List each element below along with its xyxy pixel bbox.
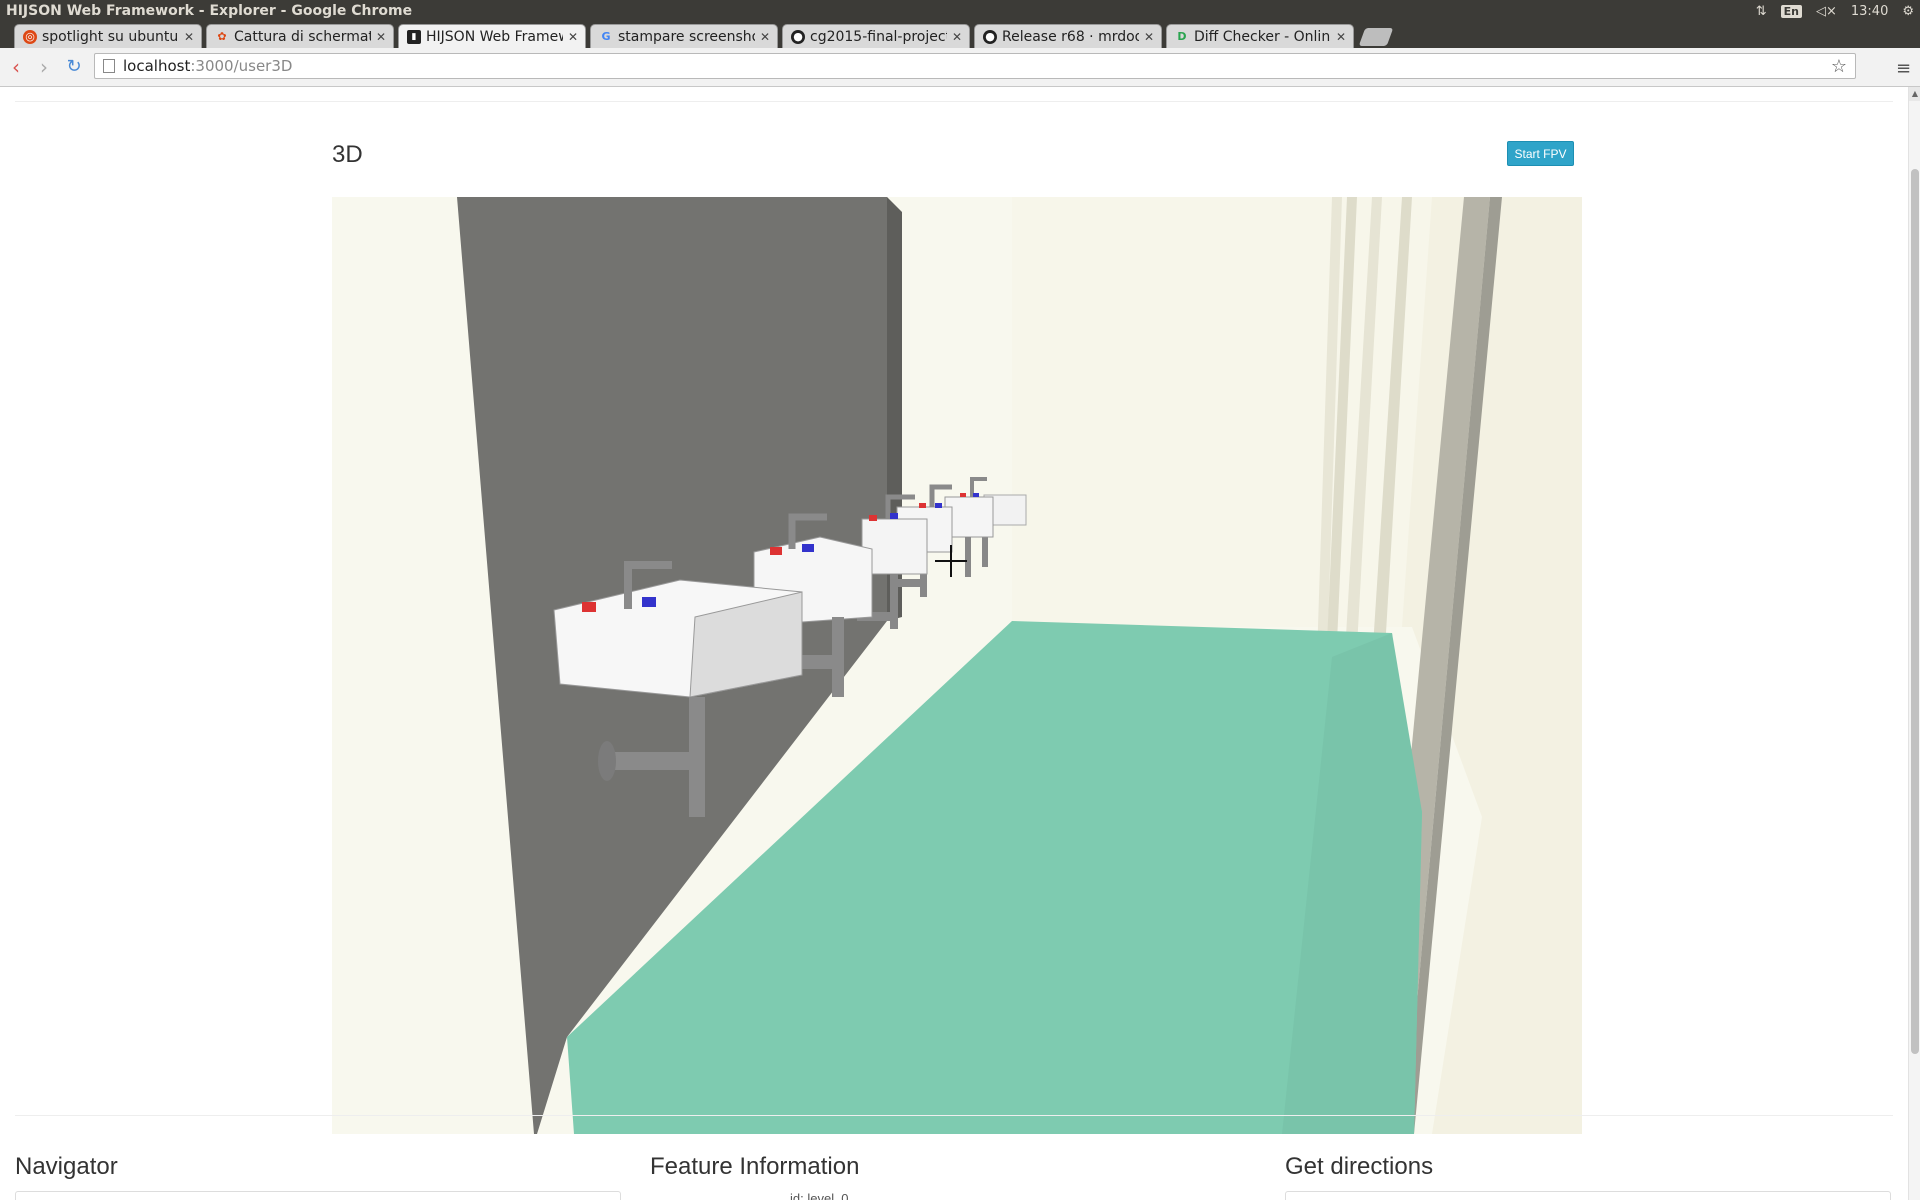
browser-tab-strip: ◎ spotlight su ubuntu ✕ ✿ Cattura di sch…: [0, 22, 1920, 48]
close-icon[interactable]: ✕: [375, 30, 387, 44]
clock[interactable]: 13:40: [1851, 4, 1888, 19]
close-icon[interactable]: ✕: [1143, 30, 1155, 44]
tab-hijson[interactable]: ▮ HIJSON Web Framework ✕: [398, 24, 586, 48]
ubuntu-forum-icon: ✿: [217, 30, 227, 43]
github-icon: ●: [791, 29, 805, 44]
os-top-panel: HIJSON Web Framework - Explorer - Google…: [0, 0, 1920, 22]
terminal-icon: ▮: [407, 29, 421, 44]
close-icon[interactable]: ✕: [759, 30, 771, 44]
url-path: :3000/user3D: [190, 57, 293, 75]
tab-label: Cattura di schermata: [234, 28, 371, 45]
page-content: 3D Start FPV Navigator Feature Informati…: [0, 87, 1908, 1200]
window-title: HIJSON Web Framework - Explorer - Google…: [6, 3, 413, 19]
close-icon[interactable]: ✕: [1335, 30, 1347, 44]
scrollbar-thumb[interactable]: [1911, 169, 1919, 1054]
url-host: localhost: [123, 57, 191, 75]
directions-panel[interactable]: [1285, 1191, 1891, 1200]
scroll-up-arrow-icon[interactable]: ▲: [1909, 87, 1920, 101]
divider: [15, 1115, 1893, 1116]
page-scrollbar[interactable]: ▲: [1908, 87, 1920, 1200]
tab-diff-checker[interactable]: D Diff Checker - Online ✕: [1166, 24, 1354, 48]
keyboard-layout-indicator[interactable]: En: [1780, 4, 1802, 18]
page-icon: [103, 59, 115, 73]
browser-toolbar: ‹ › ↻ localhost:3000/user3D ☆ ≡: [0, 48, 1920, 87]
feature-id-row: id: level_0: [790, 1191, 849, 1200]
back-arrow-icon[interactable]: ‹: [4, 56, 28, 78]
reload-icon[interactable]: ↻: [62, 56, 86, 78]
divider: [15, 101, 1893, 102]
tab-label: Diff Checker - Online: [1194, 28, 1331, 45]
start-fpv-button[interactable]: Start FPV: [1507, 141, 1574, 166]
google-icon: G: [601, 30, 611, 43]
volume-muted-icon[interactable]: ◁×: [1816, 4, 1837, 19]
3d-viewport-canvas[interactable]: [332, 197, 1582, 1134]
navigator-heading: Navigator: [15, 1153, 118, 1180]
github-icon: ●: [983, 29, 997, 44]
system-tray: ⇅ En ◁× 13:40 ⚙: [1756, 0, 1914, 22]
tab-label: spotlight su ubuntu: [42, 28, 179, 45]
network-icon[interactable]: ⇅: [1756, 4, 1767, 19]
close-icon[interactable]: ✕: [183, 30, 195, 44]
feature-information-heading: Feature Information: [650, 1153, 860, 1180]
tab-stampare[interactable]: G stampare screenshot ✕: [590, 24, 778, 48]
new-tab-button[interactable]: [1358, 28, 1394, 46]
tab-label: stampare screenshot: [618, 28, 755, 45]
tab-label: HIJSON Web Framework: [426, 28, 563, 45]
tab-cg2015[interactable]: ● cg2015-final-project ✕: [782, 24, 970, 48]
diffchecker-icon: D: [1177, 30, 1187, 43]
close-icon[interactable]: ✕: [567, 30, 579, 44]
navigator-panel[interactable]: [15, 1191, 621, 1200]
forward-arrow-icon[interactable]: ›: [32, 56, 56, 78]
tab-label: Release r68 · mrdoob: [1002, 28, 1139, 45]
gear-icon[interactable]: ⚙: [1902, 4, 1914, 19]
tab-cattura[interactable]: ✿ Cattura di schermata ✕: [206, 24, 394, 48]
ubuntu-icon: ◎: [23, 29, 37, 44]
page-title: 3D: [332, 141, 363, 168]
chrome-menu-icon[interactable]: ≡: [1896, 58, 1911, 79]
close-icon[interactable]: ✕: [951, 30, 963, 44]
get-directions-heading: Get directions: [1285, 1153, 1434, 1180]
tab-release-r68[interactable]: ● Release r68 · mrdoob ✕: [974, 24, 1162, 48]
bookmark-star-icon[interactable]: ☆: [1831, 56, 1847, 77]
tab-label: cg2015-final-project: [810, 28, 947, 45]
address-bar[interactable]: localhost:3000/user3D ☆: [94, 53, 1856, 79]
tab-spotlight[interactable]: ◎ spotlight su ubuntu ✕: [14, 24, 202, 48]
